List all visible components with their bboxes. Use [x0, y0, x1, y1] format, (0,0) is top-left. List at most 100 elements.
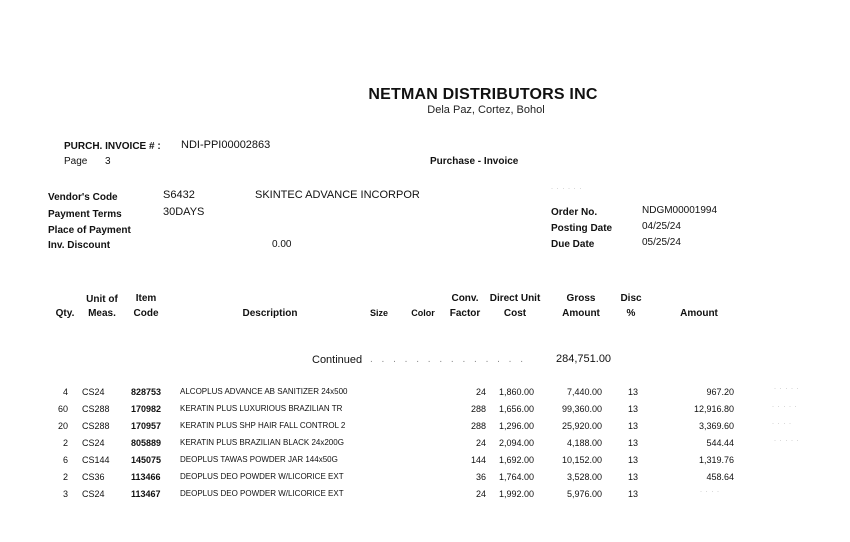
row-conv-factor: 288 [470, 421, 486, 431]
row-gross-amount: 7,440.00 [566, 387, 602, 397]
row-gross-amount: 3,528.00 [566, 472, 602, 482]
row-description: KERATIN PLUS LUXURIOUS BRAZILIAN TR [180, 404, 343, 413]
row-qty: 6 [62, 455, 68, 465]
faint-scan-mark: · · · · · [774, 386, 800, 392]
row-amount: 544.44 [706, 438, 734, 448]
col-amount: Amount [680, 308, 718, 319]
row-gross-amount: 4,188.00 [566, 438, 602, 448]
row-description: KERATIN PLUS SHP HAIR FALL CONTROL 2 [180, 421, 346, 430]
row-unit-cost: 1,296.00 [498, 421, 534, 431]
faint-scan-mark: · · · · · [772, 404, 798, 410]
row-conv-factor: 24 [475, 438, 486, 448]
row-conv-factor: 24 [475, 387, 486, 397]
company-name: NETMAN DISTRIBUTORS INC [368, 86, 598, 103]
row-description: ALCOPLUS ADVANCE AB SANITIZER 24x500 [180, 387, 348, 396]
row-amount: 12,916.80 [693, 404, 734, 414]
row-qty: 20 [57, 421, 68, 431]
table-row: 3 CS24 113467 DEOPLUS DEO POWDER W/LICOR… [0, 489, 850, 503]
row-discount: 13 [627, 472, 638, 482]
row-item-code: 805889 [131, 438, 162, 448]
row-discount: 13 [627, 438, 638, 448]
leader-dots: . . . . . . . . . . . . . . [370, 354, 527, 365]
row-amount: 967.20 [706, 387, 734, 397]
row-qty: 60 [57, 404, 68, 414]
row-description: DEOPLUS DEO POWDER W/LICORICE EXT [180, 489, 344, 498]
row-uom: CS288 [82, 404, 110, 414]
row-uom: CS24 [82, 489, 105, 499]
due-date: 05/25/24 [642, 237, 681, 248]
row-item-code: 113467 [131, 489, 161, 499]
table-row: 6 CS144 145075 DEOPLUS TAWAS POWDER JAR … [0, 455, 850, 469]
row-discount: 13 [627, 404, 638, 414]
row-item-code: 145075 [131, 455, 162, 465]
row-conv-factor: 24 [475, 489, 486, 499]
place-of-payment-label: Place of Payment [48, 225, 131, 236]
inv-discount: 0.00 [272, 239, 292, 250]
row-item-code: 170957 [131, 421, 162, 431]
row-amount: 1,319.76 [698, 455, 734, 465]
row-gross-amount: 99,360.00 [561, 404, 602, 414]
row-unit-cost: 1,692.00 [498, 455, 534, 465]
row-discount: 13 [627, 489, 638, 499]
row-gross-amount: 25,920.00 [561, 421, 602, 431]
page-label: Page [64, 156, 88, 167]
vendor-code-label: Vendor's Code [48, 192, 118, 203]
faint-scan-mark: · · · · [772, 421, 792, 427]
faint-scan-mark: · · · · · · [551, 186, 583, 192]
col-disc-line2: % [626, 308, 636, 319]
col-uom-line1: Unit of [86, 294, 118, 305]
posting-date-label: Posting Date [551, 223, 613, 234]
col-conv-line2: Factor [449, 308, 481, 319]
col-conv-line1: Conv. [451, 293, 479, 304]
row-conv-factor: 288 [470, 404, 486, 414]
company-address: Dela Paz, Cortez, Bohol [427, 104, 545, 116]
row-uom: CS144 [82, 455, 110, 465]
row-uom: CS24 [82, 387, 105, 397]
order-number: NDGM00001994 [642, 205, 718, 216]
row-amount: 3,369.60 [698, 421, 734, 431]
row-qty: 3 [62, 489, 68, 499]
invoice-number-label: PURCH. INVOICE # : [64, 141, 161, 152]
col-gross-line1: Gross [566, 293, 596, 304]
page-number: 3 [105, 156, 111, 167]
due-date-label: Due Date [551, 239, 595, 250]
continued-label: Continued [312, 354, 363, 366]
col-description: Description [242, 308, 298, 319]
row-uom: CS24 [82, 438, 105, 448]
vendor-name: SKINTEC ADVANCE INCORPOR [255, 189, 420, 201]
order-number-label: Order No. [551, 207, 598, 218]
row-discount: 13 [627, 455, 638, 465]
row-amount: 458.64 [706, 472, 734, 482]
col-item-line2: Code [133, 308, 159, 319]
row-unit-cost: 1,992.00 [498, 489, 534, 499]
col-qty: Qty. [55, 308, 75, 319]
table-row: 4 CS24 828753 ALCOPLUS ADVANCE AB SANITI… [0, 387, 850, 401]
row-description: DEOPLUS DEO POWDER W/LICORICE EXT [180, 472, 344, 481]
row-qty: 2 [62, 438, 68, 448]
row-unit-cost: 2,094.00 [498, 438, 534, 448]
col-item-line1: Item [135, 293, 157, 304]
faint-scan-mark: · · · · [700, 489, 720, 495]
row-discount: 13 [627, 387, 638, 397]
col-color: Color [411, 308, 435, 318]
row-qty: 4 [62, 387, 68, 397]
row-discount: 13 [627, 421, 638, 431]
row-unit-cost: 1,764.00 [498, 472, 534, 482]
row-unit-cost: 1,656.00 [498, 404, 534, 414]
row-uom: CS36 [82, 472, 105, 482]
row-conv-factor: 36 [475, 472, 486, 482]
col-uom-line2: Meas. [88, 308, 116, 319]
col-size: Size [369, 308, 388, 318]
col-disc-line1: Disc [620, 293, 642, 304]
row-conv-factor: 144 [470, 455, 486, 465]
invoice-number: NDI-PPI00002863 [181, 139, 271, 151]
posting-date: 04/25/24 [642, 221, 681, 232]
vendor-code: S6432 [163, 189, 195, 201]
row-item-code: 170982 [131, 404, 162, 414]
table-row: 2 CS24 805889 KERATIN PLUS BRAZILIAN BLA… [0, 438, 850, 452]
table-row: 60 CS288 170982 KERATIN PLUS LUXURIOUS B… [0, 404, 850, 418]
table-row: 20 CS288 170957 KERATIN PLUS SHP HAIR FA… [0, 421, 850, 435]
continued-amount: 284,751.00 [556, 353, 612, 365]
col-cost-line2: Cost [503, 308, 527, 319]
inv-discount-label: Inv. Discount [48, 240, 111, 251]
